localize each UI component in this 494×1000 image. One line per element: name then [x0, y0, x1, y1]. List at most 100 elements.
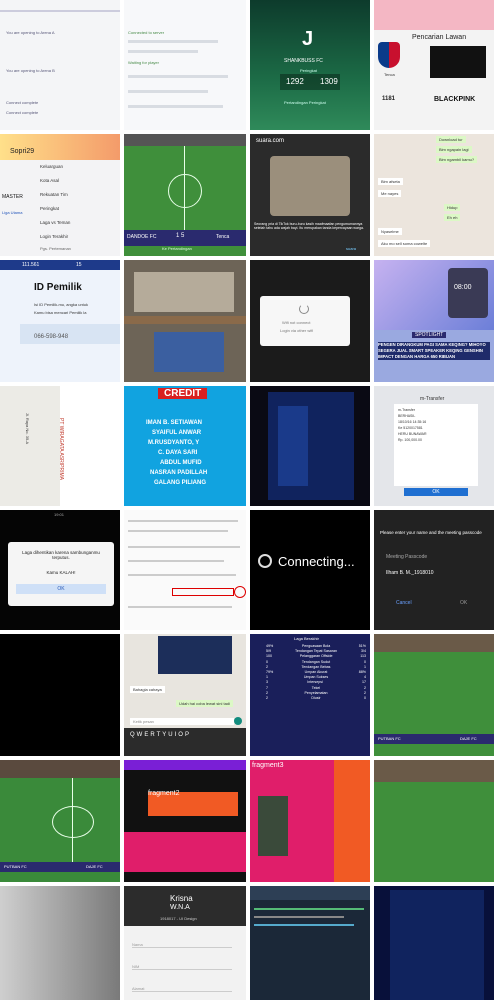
match-stats-table: 49% Penguasaan Bola 51% 5/9 Tendangan Tepat …	[266, 644, 366, 701]
gallery-tile-3[interactable]: J SHANKBUSS FC Peringkat 1292 1309 Perta…	[250, 0, 370, 130]
chat-bubble: Download tur	[436, 136, 466, 143]
gallery-tile-16[interactable]: m-Transfer m-Transfer BERHASIL 18/10/16 …	[374, 386, 494, 506]
gallery-tile-1[interactable]: You are opening to Arena A You are openi…	[0, 0, 120, 130]
ok-button[interactable]: OK	[404, 488, 468, 496]
chat-bubble: Eh eh	[444, 214, 461, 221]
menu-item[interactable]: Rekuatan Tim	[40, 192, 68, 197]
gallery-tile-12[interactable]: 08:00 SPOTLIGHT PENGEN DIRANGKUM PAGI SA…	[374, 260, 494, 382]
gallery-tile-7[interactable]: suara.com Seorang pria di TikTok buru-bu…	[250, 134, 370, 256]
brand-text: BLACKPINK	[434, 96, 476, 103]
send-icon[interactable]	[234, 717, 242, 725]
article-caption: Seorang pria di TikTok buru-buru kasih m…	[254, 222, 364, 230]
barcelona-crest-icon	[378, 42, 400, 68]
meeting-passcode-field[interactable]: Meeting Passcode	[386, 554, 427, 560]
gallery-tile-29[interactable]	[0, 886, 120, 1000]
owner-id: 066-598-948	[34, 334, 69, 340]
message-input[interactable]: Ketik pesan	[130, 718, 234, 725]
key[interactable]: O	[178, 732, 185, 738]
gallery-tile-32[interactable]	[374, 886, 494, 1000]
help-text: Isi ID Pemilik-mu, angka untuk	[34, 302, 89, 307]
score: 1181	[382, 96, 396, 102]
gallery-tile-30[interactable]: Krisna W.N.A 1918017 - UI Design Nama NI…	[124, 886, 246, 1000]
tile-text: Connect complete	[6, 100, 39, 105]
team-left: PUTBAN FC	[378, 736, 401, 741]
gallery-tile-14[interactable]: CREDIT IMAN B. SETIAWAN SYAIFUL ANWAR M.…	[124, 386, 246, 506]
transfer-line: Ke 5120017581	[398, 426, 423, 430]
name-field[interactable]: Ilham B. M._1918010	[386, 570, 434, 576]
chat-bubble: Me nayes	[378, 190, 402, 197]
gallery-tile-25[interactable]: PUTBAN FC DAJE FC	[0, 760, 120, 882]
player-name: Tenca	[384, 72, 395, 77]
gallery-tile-19[interactable]: Connecting...	[250, 510, 370, 630]
gallery-tile-24[interactable]: PUTBAN FC DAJE FC	[374, 634, 494, 756]
screenshot-gallery-grid: You are opening to Arena A You are openi…	[0, 0, 494, 1000]
transfer-line: BERHASIL	[398, 414, 416, 418]
gallery-tile-8[interactable]: Download tur Bim ngapain lagi Bim ngambi…	[374, 134, 494, 256]
cancel-button[interactable]: Cancel	[396, 600, 412, 606]
gallery-tile-6[interactable]: DANDOE FC 1 5 Tenca Ke Pertandingan	[124, 134, 246, 256]
gallery-tile-10[interactable]	[124, 260, 246, 382]
key[interactable]: Q	[130, 732, 137, 738]
gallery-tile-27[interactable]: fragment3	[250, 760, 370, 882]
credit-name: ABDUL MUFID	[160, 460, 202, 466]
gallery-tile-5[interactable]: Sopri29 MASTER Liga Utama Keluarguan Kot…	[0, 134, 120, 256]
gallery-tile-2[interactable]: Connected to server Waiting for player	[124, 0, 246, 130]
status-time: 19:01	[54, 512, 65, 517]
league-link[interactable]: Liga Utama	[2, 210, 22, 215]
dialog-message: Kamu KALAH!	[46, 570, 76, 575]
transfer-line: m-Transfer	[398, 408, 415, 412]
connecting-text: Connecting...	[278, 554, 355, 569]
rank-label: Peringkat	[300, 68, 317, 73]
team-name: SHANKBUSS FC	[284, 58, 323, 64]
username: Sopri29	[10, 148, 35, 155]
gallery-tile-28[interactable]	[374, 760, 494, 882]
stat-label: Diusir	[311, 696, 321, 701]
menu-item[interactable]: Login Terakhir	[40, 234, 68, 239]
tile-text: Connected to server	[128, 30, 165, 35]
transfer-line: 18/10/16 14:35:16	[398, 420, 427, 424]
chat-bubble: Aku mo sell soma cowelte	[378, 240, 431, 247]
team-right: DAJE FC	[460, 736, 477, 741]
headline: PENGEN DIRANGKUM PAGI SAMA KEQING? MIHOY…	[378, 342, 490, 360]
footer-text: Pgs. Pertemanan	[40, 246, 71, 251]
gallery-tile-13[interactable]: PT WIRAGATA ASRIPRIMA Jl. Raya No. 35-A	[0, 386, 120, 506]
team-right: Tenca	[216, 234, 230, 240]
footer-text: Pertandingan Peringkat	[284, 100, 326, 105]
tile-text: You are opening to Arena B	[6, 68, 55, 73]
keyboard-row[interactable]: QWERTYUIOP	[130, 732, 191, 738]
gallery-tile-22[interactable]: Bahagia cahaya Udah hai coba lewat sini …	[124, 634, 246, 756]
name-field[interactable]: Nama	[132, 942, 232, 948]
ok-button[interactable]: OK	[16, 584, 106, 594]
menu-item[interactable]: Peringkat	[40, 206, 59, 211]
clock-time: 08:00	[454, 284, 472, 291]
address-field[interactable]: Alamat	[132, 986, 232, 992]
chat-bubble: Bim ngapain lagi	[436, 146, 472, 153]
menu-item[interactable]: Laga vs Teman	[40, 220, 70, 225]
chat-bubble: Udah hai coba lewat sini tadi	[176, 700, 233, 707]
gallery-tile-4[interactable]: Pencarian Lawan Tenca BLACKPINK 1181	[374, 0, 494, 130]
gallery-tile-18[interactable]	[124, 510, 246, 630]
chat-bubble: Bahagia cahaya	[130, 686, 165, 693]
gallery-tile-11[interactable]: Wifi not connect Login via other wifi	[250, 260, 370, 382]
gallery-tile-26[interactable]: fragment2	[124, 760, 246, 882]
menu-item[interactable]: Keluarguan	[40, 164, 63, 169]
nim-field[interactable]: NIM	[132, 964, 232, 970]
status-right: 15	[76, 262, 82, 268]
menu-item[interactable]: Kota Asal	[40, 178, 59, 183]
ok-button[interactable]: OK	[460, 600, 467, 606]
chat-bubble: Bim afseta	[378, 178, 403, 185]
gallery-tile-21[interactable]	[0, 634, 120, 756]
match-score: 1 5	[176, 233, 185, 239]
gallery-tile-15[interactable]	[250, 386, 370, 506]
gallery-tile-23[interactable]: Laga Berakhir 49% Penguasaan Bola 51% 5/9 Te…	[250, 634, 370, 756]
gallery-tile-17[interactable]: 19:01 Laga dihentikan karena sambunganmu…	[0, 510, 120, 630]
gallery-tile-31[interactable]	[250, 886, 370, 1000]
key[interactable]: P	[185, 732, 191, 738]
score-right: 1309	[320, 77, 338, 86]
transfer-line: HERU BUNAWAR	[398, 432, 427, 436]
address-line: Jl. Raya No. 35-A	[25, 412, 31, 445]
tile-title: Pencarian Lawan	[412, 34, 467, 41]
gallery-tile-9[interactable]: 111.561 15 ID Pemilik Isi ID Pemilik-mu,…	[0, 260, 120, 382]
gallery-tile-20[interactable]: Please enter your name and the meeting p…	[374, 510, 494, 630]
credit-name: GALANG PILIANG	[154, 480, 206, 486]
